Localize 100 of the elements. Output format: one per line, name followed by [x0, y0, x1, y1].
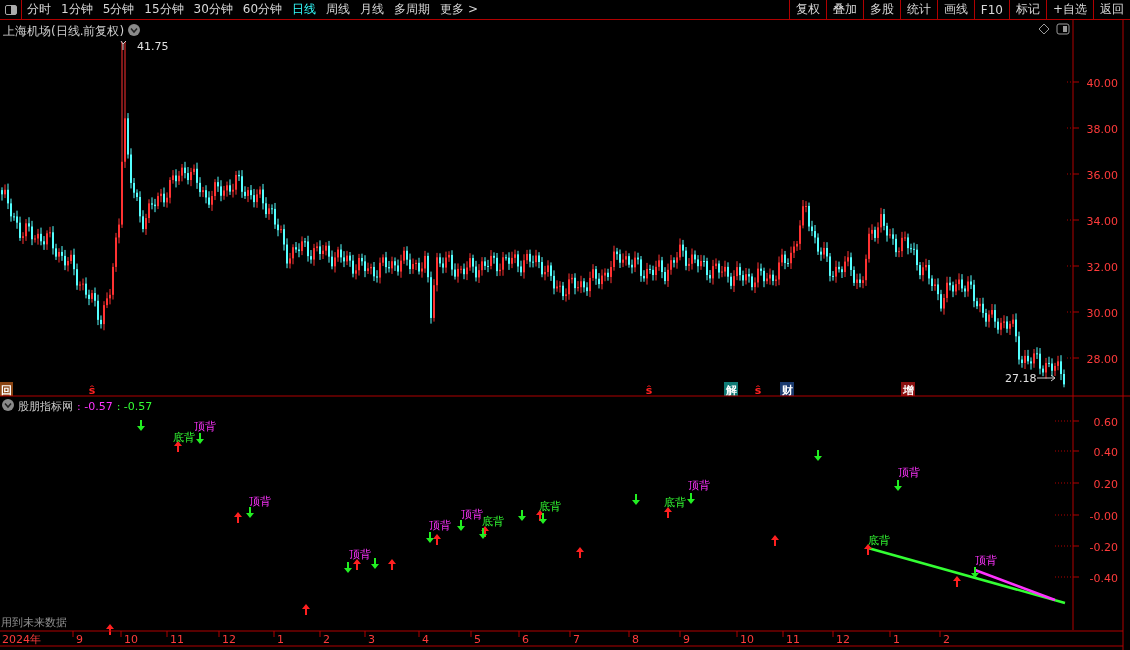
up-arrow-icon — [433, 534, 441, 545]
indicator-axis-label: -0.00 — [1089, 510, 1118, 523]
price-axis-label: 38.00 — [1086, 123, 1118, 136]
price-axis-label: 34.00 — [1086, 215, 1118, 228]
date-axis-label: 2 — [323, 633, 330, 646]
down-arrow-icon — [426, 532, 434, 543]
period-tab[interactable]: 60分钟 — [237, 1, 288, 18]
down-arrow-icon — [457, 520, 465, 531]
up-arrow-icon — [353, 559, 361, 570]
date-axis-label: 11 — [786, 633, 800, 646]
warning-note: 用到未来数据 — [1, 616, 67, 629]
up-arrow-icon — [302, 604, 310, 615]
price-axis-label: 28.00 — [1086, 353, 1118, 366]
date-axis-label: 9 — [76, 633, 83, 646]
event-marker[interactable]: 解 — [724, 382, 738, 397]
down-arrow-icon — [539, 513, 547, 524]
signal-label: 底背 — [868, 534, 890, 547]
date-axis-label: 4 — [422, 633, 429, 646]
date-axis-label: 11 — [170, 633, 184, 646]
high-marker-line — [120, 40, 127, 51]
event-marker[interactable]: ŝ — [754, 384, 762, 397]
up-arrow-icon — [388, 559, 396, 570]
down-arrow-icon — [137, 420, 145, 431]
down-arrow-icon — [344, 562, 352, 573]
price-axis-label: 32.00 — [1086, 261, 1118, 274]
date-axis-label: 8 — [632, 633, 639, 646]
period-tab[interactable]: 多周期 — [389, 1, 436, 18]
down-arrow-icon — [971, 567, 979, 578]
dropdown-icon[interactable] — [128, 24, 140, 36]
period-tab[interactable]: 5分钟 — [97, 1, 140, 18]
event-marker[interactable]: ŝ — [88, 384, 96, 397]
down-arrow-icon — [814, 450, 822, 461]
period-tab[interactable]: 日线 — [287, 1, 322, 18]
price-axis-label: 40.00 — [1086, 77, 1118, 90]
signal-label: 顶背 — [194, 420, 216, 433]
period-tab[interactable]: 周线 — [321, 1, 356, 18]
indicator-name: 股朋指标网 — [18, 400, 73, 413]
up-arrow-icon — [234, 512, 242, 523]
event-marker[interactable]: 财 — [780, 382, 794, 397]
signal-label: 顶背 — [249, 495, 271, 508]
signal-label: 顶背 — [898, 466, 920, 479]
date-axis-label: 7 — [573, 633, 580, 646]
indicator-value: : -0.57 — [77, 400, 113, 413]
period-tab[interactable]: 分时 — [22, 1, 56, 18]
period-tab[interactable]: 1分钟 — [56, 1, 98, 18]
date-axis-label: 12 — [222, 633, 236, 646]
down-arrow-icon — [371, 558, 379, 569]
down-arrow-icon — [246, 507, 254, 518]
price-axis-label: 36.00 — [1086, 169, 1118, 182]
high-price-label: 41.75 — [137, 40, 169, 53]
signal-label: 顶背 — [688, 479, 710, 492]
period-tab[interactable]: 月线 — [355, 1, 390, 18]
up-arrow-icon — [771, 535, 779, 546]
low-price-label: 27.18 — [1005, 372, 1037, 385]
chart-title: 上海机场(日线.前复权) — [3, 24, 125, 38]
signal-label: 顶背 — [975, 554, 997, 567]
diamond-icon[interactable] — [1038, 23, 1050, 35]
signal-label: 顶背 — [461, 508, 483, 521]
signal-label: 底背 — [173, 431, 195, 444]
date-axis-label: 2024年 — [2, 633, 41, 646]
event-marker[interactable]: 回 — [0, 382, 13, 397]
event-marker[interactable]: ŝ — [645, 384, 653, 397]
date-axis-label: 10 — [740, 633, 754, 646]
down-arrow-icon — [196, 433, 204, 444]
up-arrow-icon — [953, 576, 961, 587]
up-arrow-icon — [864, 544, 872, 555]
down-arrow-icon — [632, 494, 640, 505]
indicator-value: : -0.57 — [116, 400, 153, 413]
down-arrow-icon — [518, 510, 526, 521]
up-arrow-icon — [106, 624, 114, 635]
down-arrow-icon — [687, 493, 695, 504]
date-axis-label: 5 — [474, 633, 481, 646]
up-arrow-icon — [664, 507, 672, 518]
date-axis-label: 3 — [368, 633, 375, 646]
signal-label: 底背 — [482, 515, 504, 528]
date-axis-label: 12 — [836, 633, 850, 646]
period-tab[interactable]: 更多 > — [435, 1, 483, 18]
low-marker-arrow — [1036, 374, 1056, 382]
indicator-axis-label: 0.20 — [1093, 478, 1118, 491]
date-axis-label: 9 — [683, 633, 690, 646]
indicator-axis-label: 0.60 — [1093, 416, 1118, 429]
event-marker[interactable]: 增 — [901, 382, 915, 397]
up-arrow-icon — [576, 547, 584, 558]
indicator-axis-label: 0.40 — [1093, 446, 1118, 459]
indicator-axis-label: -0.40 — [1089, 572, 1118, 585]
price-axis-label: 30.00 — [1086, 307, 1118, 320]
down-arrow-icon — [894, 480, 902, 491]
indicator-axis-label: -0.20 — [1089, 541, 1118, 554]
signal-label: 顶背 — [349, 548, 371, 561]
signal-label: 底背 — [664, 496, 686, 509]
date-axis-label: 2 — [943, 633, 950, 646]
signal-label: 底背 — [539, 500, 561, 513]
period-tab[interactable]: 30分钟 — [188, 1, 238, 18]
toggle-icon[interactable] — [1056, 23, 1070, 35]
period-tab[interactable]: 15分钟 — [139, 1, 189, 18]
signal-label: 顶背 — [429, 519, 451, 532]
date-axis-label: 1 — [893, 633, 900, 646]
collapse-icon[interactable] — [2, 399, 14, 411]
date-axis-label: 1 — [277, 633, 284, 646]
date-axis-label: 6 — [522, 633, 529, 646]
